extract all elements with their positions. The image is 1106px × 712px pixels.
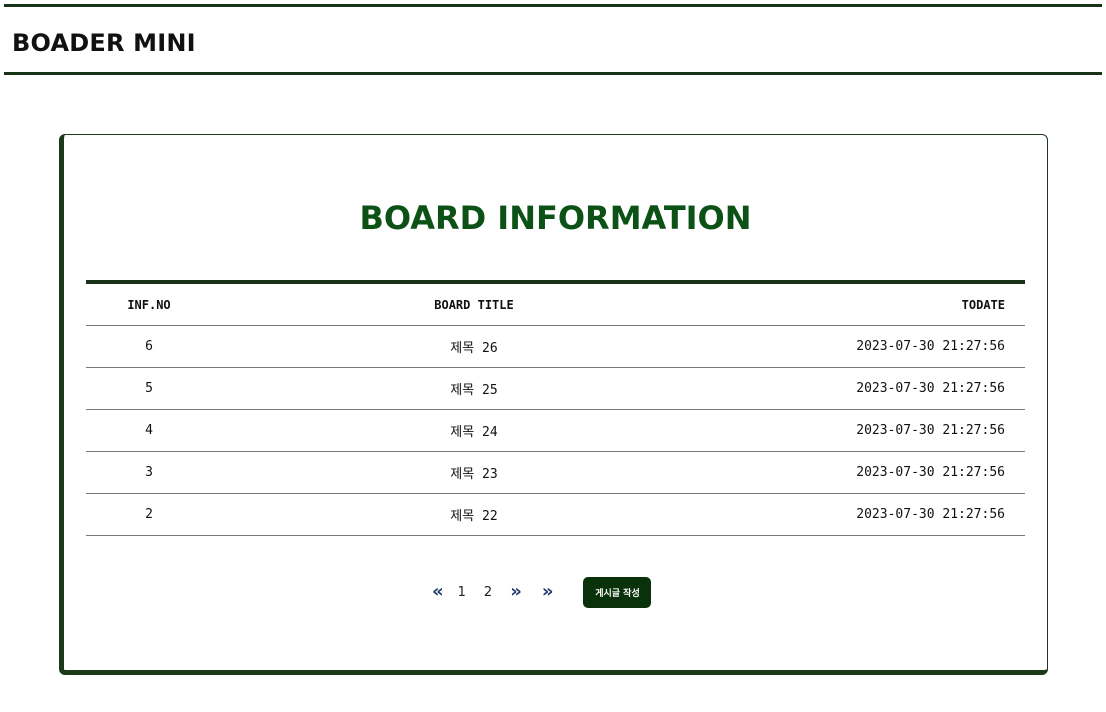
- double-chevron-left-icon[interactable]: «: [432, 583, 444, 601]
- row-no: 5: [86, 367, 212, 410]
- board-table: INF.NO BOARD TITLE TODATE 6 제목 26 2023-0…: [86, 280, 1025, 536]
- column-header-no: INF.NO: [86, 282, 212, 326]
- row-title-link[interactable]: 제목 22: [212, 493, 736, 536]
- row-date: 2023-07-30 21:27:56: [736, 367, 1025, 410]
- pagination: « 1 2 » » 게시글 작성: [432, 575, 652, 609]
- row-date: 2023-07-30 21:27:56: [736, 325, 1025, 368]
- column-header-title: BOARD TITLE: [212, 282, 736, 326]
- table-row[interactable]: 3 제목 23 2023-07-30 21:27:56: [86, 451, 1025, 494]
- last-page-icon[interactable]: »: [542, 583, 554, 601]
- table-row[interactable]: 6 제목 26 2023-07-30 21:27:56: [86, 325, 1025, 368]
- table-row[interactable]: 2 제목 22 2023-07-30 21:27:56: [86, 493, 1025, 536]
- row-title-link[interactable]: 제목 26: [212, 325, 736, 368]
- page-link-1[interactable]: 1: [458, 585, 466, 600]
- row-no: 2: [86, 493, 212, 536]
- page-link-2[interactable]: 2: [484, 585, 492, 600]
- board-heading: BOARD INFORMATION: [359, 199, 752, 237]
- row-date: 2023-07-30 21:27:56: [736, 451, 1025, 494]
- row-title-link[interactable]: 제목 23: [212, 451, 736, 494]
- row-no: 3: [86, 451, 212, 494]
- table-row[interactable]: 4 제목 24 2023-07-30 21:27:56: [86, 409, 1025, 452]
- row-title-link[interactable]: 제목 24: [212, 409, 736, 452]
- row-no: 4: [86, 409, 212, 452]
- site-title: BOADER MINI: [12, 29, 196, 57]
- write-post-button[interactable]: 게시글 작성: [583, 576, 652, 608]
- site-header: BOADER MINI: [4, 4, 1102, 75]
- table-row[interactable]: 5 제목 25 2023-07-30 21:27:56: [86, 367, 1025, 410]
- next-page-icon[interactable]: »: [510, 583, 522, 601]
- table-header-row: INF.NO BOARD TITLE TODATE: [86, 282, 1025, 326]
- row-title-link[interactable]: 제목 25: [212, 367, 736, 410]
- row-date: 2023-07-30 21:27:56: [736, 493, 1025, 536]
- board-card: BOARD INFORMATION INF.NO BOARD TITLE TOD…: [59, 134, 1048, 675]
- row-date: 2023-07-30 21:27:56: [736, 409, 1025, 452]
- column-header-date: TODATE: [736, 282, 1025, 326]
- row-no: 6: [86, 325, 212, 368]
